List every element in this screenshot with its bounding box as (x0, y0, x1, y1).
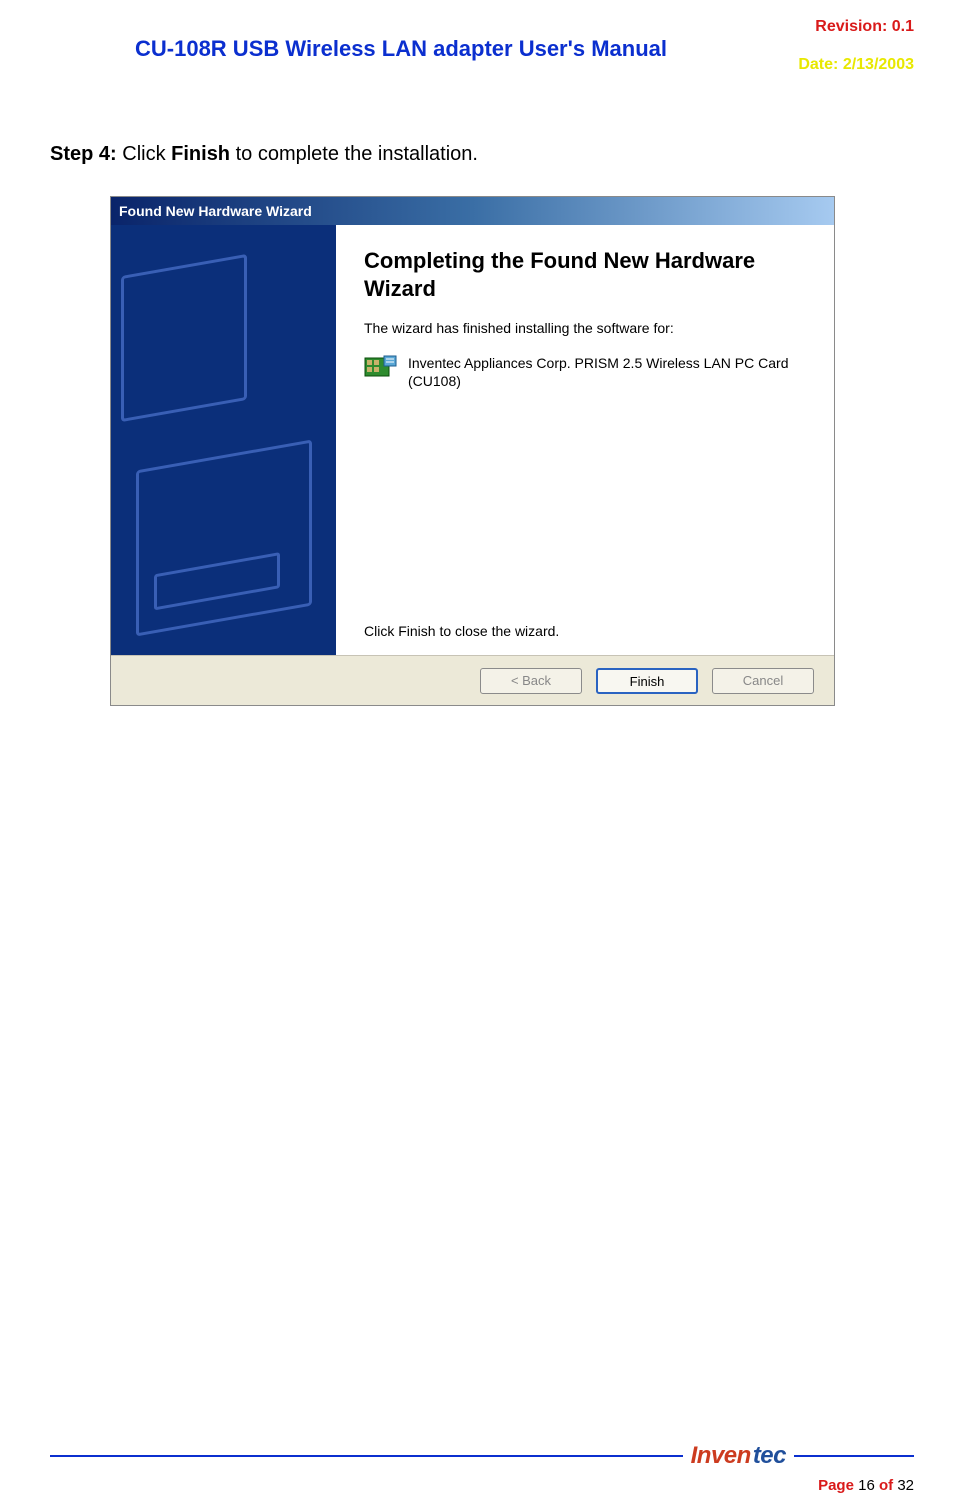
dialog-content: Completing the Found New Hardware Wizard… (336, 225, 834, 655)
page-label: Page (818, 1477, 854, 1494)
dialog-titlebar: Found New Hardware Wizard (111, 197, 834, 225)
date-value: 2/13/2003 (843, 56, 914, 73)
page-footer: Inventec Page 16 of 32 (50, 1442, 914, 1470)
footer-rule: Inventec (50, 1442, 914, 1470)
device-name: Inventec Appliances Corp. PRISM 2.5 Wire… (408, 354, 806, 390)
logo-part-blue: tec (753, 1442, 786, 1470)
page-total: 32 (897, 1477, 914, 1494)
dialog-close-hint: Click Finish to close the wizard. (364, 623, 806, 639)
page-current: 16 (858, 1477, 875, 1494)
page-sep: of (879, 1477, 893, 1494)
dialog-finished-text: The wizard has finished installing the s… (364, 320, 806, 336)
revision-value: 0.1 (892, 18, 914, 35)
network-card-icon (364, 354, 398, 384)
wizard-dialog: Found New Hardware Wizard Completing the… (110, 196, 835, 706)
finish-button[interactable]: Finish (596, 668, 698, 694)
document-title: CU-108R USB Wireless LAN adapter User's … (135, 36, 667, 62)
dialog-heading: Completing the Found New Hardware Wizard (364, 247, 806, 302)
dialog-sidebar-image (111, 225, 336, 655)
date-line: Date: 2/13/2003 (798, 56, 914, 74)
logo-part-red: Inven (691, 1442, 751, 1470)
step-instruction: Step 4: Click Finish to complete the ins… (50, 143, 914, 166)
dialog-title-text: Found New Hardware Wizard (119, 203, 312, 219)
dialog-button-row: < Back Finish Cancel (111, 655, 834, 705)
cancel-button[interactable]: Cancel (712, 668, 814, 694)
inventec-logo: Inventec (691, 1442, 786, 1470)
step-finish-word: Finish (171, 143, 230, 165)
dialog-body: Completing the Found New Hardware Wizard… (111, 225, 834, 655)
date-label: Date: (798, 56, 838, 73)
step-label: Step 4: (50, 143, 117, 165)
back-button[interactable]: < Back (480, 668, 582, 694)
revision-line: Revision: 0.1 (815, 18, 914, 36)
step-text-post: to complete the installation. (230, 143, 478, 165)
revision-label: Revision: (815, 18, 887, 35)
device-row: Inventec Appliances Corp. PRISM 2.5 Wire… (364, 354, 806, 390)
footer-line-right (794, 1455, 914, 1457)
step-text-pre: Click (117, 143, 171, 165)
footer-line-left (50, 1455, 683, 1457)
page-number: Page 16 of 32 (818, 1477, 914, 1494)
document-header: Revision: 0.1 CU-108R USB Wireless LAN a… (50, 18, 914, 88)
